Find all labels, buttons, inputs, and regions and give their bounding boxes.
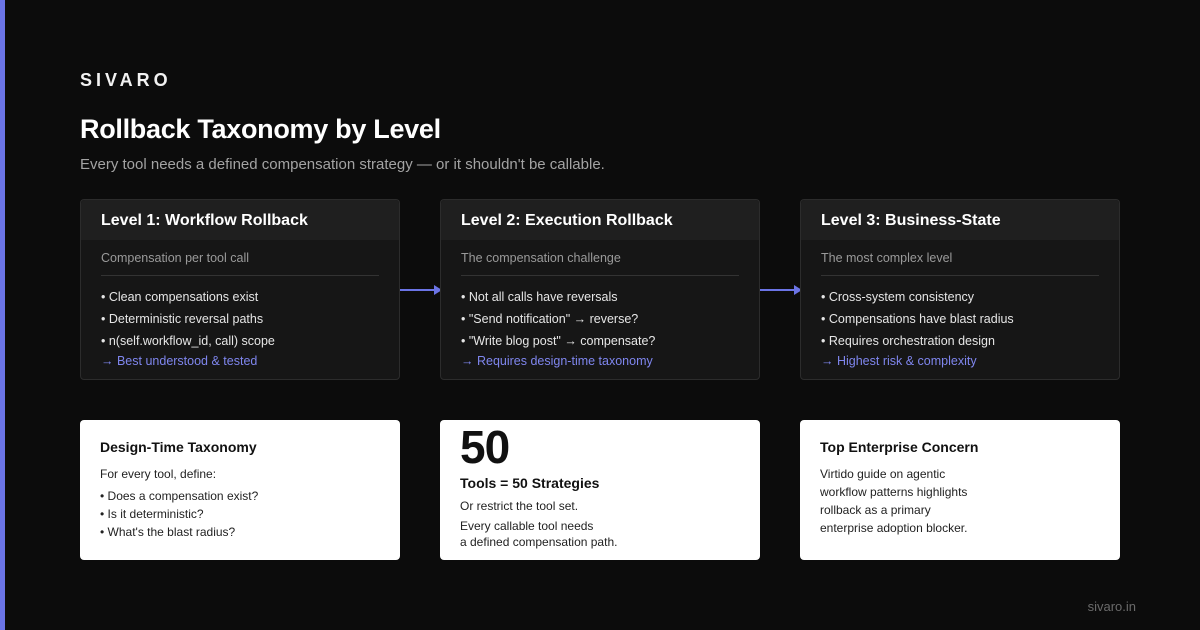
level-bullet: • n(self.workflow_id, call) scope (101, 334, 275, 348)
card-text: a defined compensation path. (460, 535, 618, 549)
level-highlight: → Highest risk & complexity (821, 354, 977, 368)
level-highlight: → Best understood & tested (101, 354, 258, 368)
list-item: • Is it deterministic? (100, 507, 204, 521)
divider (821, 275, 1099, 276)
card-text: enterprise adoption blocker. (820, 521, 968, 535)
footer-url: sivaro.in (1087, 599, 1136, 614)
stat-number: 50 (460, 421, 510, 473)
level-bullet: • "Write blog post" → compensate? (461, 334, 656, 348)
stat-card: 50 Tools = 50 Strategies Or restrict the… (440, 420, 760, 560)
level-card-caption: The compensation challenge (461, 251, 621, 265)
card-text: rollback as a primary (820, 503, 931, 517)
level-bullet-list: • Clean compensations exist • Determinis… (101, 289, 275, 355)
page-title: Rollback Taxonomy by Level (80, 114, 441, 144)
level-bullet: • "Send notification" → reverse? (461, 312, 639, 326)
accent-bar (0, 0, 5, 630)
level-card-caption: Compensation per tool call (101, 251, 249, 265)
level-bullet: • Deterministic reversal paths (101, 312, 264, 326)
card-intro: For every tool, define: (100, 467, 217, 481)
arrow-right-icon (400, 285, 442, 295)
level-bullet: • Compensations have blast radius (821, 312, 1014, 326)
level-card-title: Level 1: Workflow Rollback (81, 200, 399, 240)
level-card-1: Level 1: Workflow Rollback Compensation … (80, 199, 400, 380)
level-bullet-list: • Cross-system consistency • Compensatio… (821, 289, 1014, 355)
level-highlight: → Requires design-time taxonomy (461, 354, 653, 368)
level-card-title: Level 2: Execution Rollback (441, 200, 759, 240)
level-bullet: • Cross-system consistency (821, 290, 975, 304)
level-bullet-list: • Not all calls have reversals • "Send n… (461, 289, 655, 355)
card-text: workflow patterns highlights (820, 485, 968, 499)
divider (101, 275, 379, 276)
level-bullet: • Clean compensations exist (101, 290, 259, 304)
level-card-caption: The most complex level (821, 251, 953, 265)
level-card-title: Level 3: Business-State (801, 200, 1119, 240)
enterprise-concern-card: Top Enterprise Concern Virtido guide on … (800, 420, 1120, 560)
card-text: Virtido guide on agentic (820, 467, 946, 481)
list-item: • Does a compensation exist? (100, 489, 259, 503)
card-title: Tools = 50 Strategies (460, 475, 600, 491)
arrow-right-icon (760, 285, 802, 295)
card-title: Design-Time Taxonomy (100, 439, 257, 455)
design-taxonomy-card: Design-Time Taxonomy For every tool, def… (80, 420, 400, 560)
level-bullet: • Not all calls have reversals (461, 290, 618, 304)
card-text: Every callable tool needs (460, 519, 594, 533)
divider (461, 275, 739, 276)
page-subtitle: Every tool needs a defined compensation … (80, 156, 605, 173)
card-title: Top Enterprise Concern (820, 439, 979, 455)
level-card-3: Level 3: Business-State The most complex… (800, 199, 1120, 380)
card-text: Or restrict the tool set. (460, 499, 579, 513)
level-card-2: Level 2: Execution Rollback The compensa… (440, 199, 760, 380)
list-item: • What's the blast radius? (100, 525, 236, 539)
card-list: • Does a compensation exist? • Is it det… (100, 488, 258, 542)
level-bullet: • Requires orchestration design (821, 334, 995, 348)
brand-logo: SIVARO (80, 70, 172, 90)
